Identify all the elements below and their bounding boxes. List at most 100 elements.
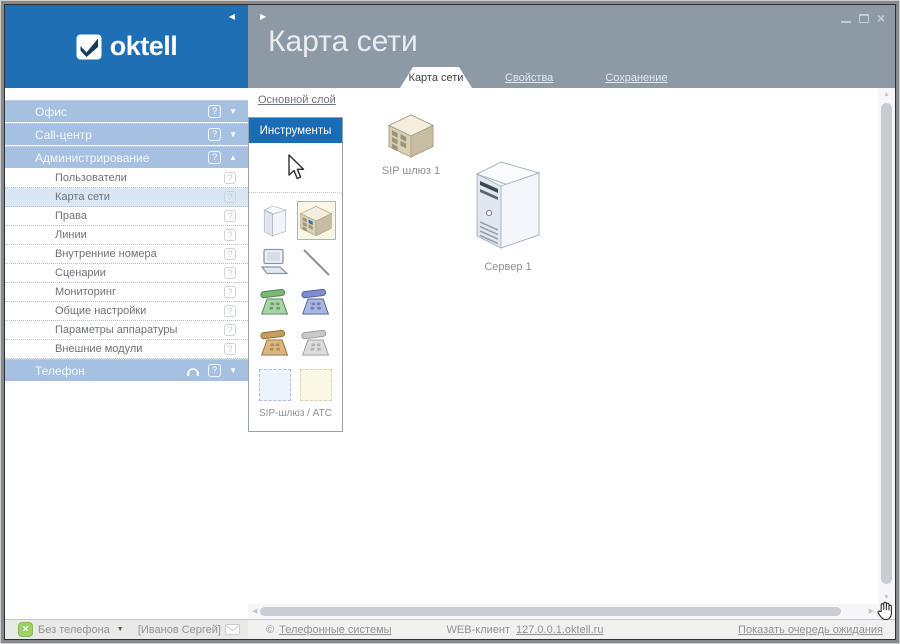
tool-phone-orange[interactable] <box>255 324 294 363</box>
minimize-button[interactable] <box>841 13 851 23</box>
help-icon[interactable]: ? <box>224 172 236 184</box>
vertical-scroll-thumb[interactable] <box>881 103 892 584</box>
sip-gateway-icon <box>300 205 332 237</box>
sidebar-item-scenarios[interactable]: Сценарии ? <box>5 264 248 283</box>
help-icon[interactable]: ? <box>224 305 236 317</box>
tab-properties[interactable]: Свойства <box>505 68 553 88</box>
tool-phone-blue[interactable] <box>297 283 336 322</box>
sidebar-item-general-settings[interactable]: Общие настройки ? <box>5 302 248 321</box>
minimize-icon <box>841 21 851 23</box>
sidebar-item-callcenter[interactable]: Call-центр ? ▼ <box>5 123 248 145</box>
selected-tool-caption: SIP-шлюз / АТС <box>249 408 342 431</box>
horizontal-scrollbar[interactable]: ◀ ▶ <box>248 604 878 619</box>
title-panel: ▶ Карта сети × Карта сети Свойства Сохра… <box>248 5 895 88</box>
tools-grid <box>249 193 342 406</box>
phone-blue-icon <box>300 288 332 317</box>
help-icon[interactable]: ? <box>208 151 221 164</box>
node-sip-gateway[interactable]: SIP шлюз 1 <box>378 114 444 177</box>
tools-palette-title: Инструменты <box>249 118 342 143</box>
maximize-button[interactable] <box>859 14 869 23</box>
phone-status-dropdown-icon[interactable]: ▼ <box>117 626 124 633</box>
chevron-down-icon[interactable]: ▼ <box>229 366 237 376</box>
sidebar-item-label: Сценарии <box>55 267 106 279</box>
sidebar-item-label: Карта сети <box>55 191 110 203</box>
company-link[interactable]: Телефонные системы <box>279 624 391 636</box>
tool-sip-gateway[interactable] <box>297 201 336 240</box>
web-client-label: WEB-клиент <box>447 624 510 636</box>
brand-panel: oktell ◀ <box>5 5 248 88</box>
tool-connection-line[interactable] <box>297 242 336 281</box>
tab-network-map[interactable]: Карта сети <box>400 67 472 88</box>
phone-status-icon[interactable]: × <box>18 622 33 637</box>
web-client-host-link[interactable]: 127.0.0.1.oktell.ru <box>516 624 603 636</box>
chevron-down-icon[interactable]: ▼ <box>229 130 237 140</box>
help-icon[interactable]: ? <box>224 343 236 355</box>
scroll-up-icon[interactable]: ▲ <box>883 91 890 99</box>
tool-phone-green[interactable] <box>255 283 294 322</box>
sidebar-item-monitoring[interactable]: Мониторинг ? <box>5 283 248 302</box>
zone-yellow-icon <box>300 369 332 401</box>
page-title: Карта сети <box>268 25 418 59</box>
help-icon[interactable]: ? <box>208 364 221 377</box>
tool-zone-blue[interactable] <box>255 365 294 404</box>
sidebar-item-label: Офис <box>35 105 67 119</box>
sidebar-item-lines[interactable]: Линии ? <box>5 226 248 245</box>
help-icon[interactable]: ? <box>224 210 236 222</box>
help-icon[interactable]: ? <box>224 248 236 260</box>
show-waiting-queue-link[interactable]: Показать очередь ожидания <box>738 624 883 636</box>
chevron-down-icon[interactable]: ▼ <box>229 107 237 117</box>
base-layer-link[interactable]: Основной слой <box>258 94 336 106</box>
tab-saving[interactable]: Сохранение <box>605 68 667 88</box>
help-icon[interactable]: ? <box>224 267 236 279</box>
vertical-scrollbar[interactable]: ▲ ▼ <box>878 88 895 604</box>
sidebar-item-office[interactable]: Офис ? ▼ <box>5 100 248 122</box>
sip-gateway-icon <box>388 114 434 158</box>
status-bar-left: × Без телефона ▼ [Иванов Сергей] <box>5 620 248 639</box>
tool-zone-yellow[interactable] <box>297 365 336 404</box>
hand-cursor <box>876 600 895 621</box>
sidebar-item-rights[interactable]: Права ? <box>5 207 248 226</box>
help-icon[interactable]: ? <box>224 286 236 298</box>
sidebar-item-label: Администрирование <box>35 151 149 165</box>
node-label: Сервер 1 <box>469 261 547 273</box>
horizontal-scroll-thumb[interactable] <box>260 607 841 616</box>
header: oktell ◀ ▶ Карта сети × Карта сети Свойс… <box>5 5 895 88</box>
workstation-icon <box>260 248 290 276</box>
help-icon[interactable]: ? <box>224 229 236 241</box>
tool-phone-gray[interactable] <box>297 324 336 363</box>
collapse-sidebar-icon[interactable]: ◀ <box>229 12 235 22</box>
tool-server[interactable] <box>255 201 294 240</box>
envelope-icon[interactable] <box>225 624 240 635</box>
sidebar-item-hardware-params[interactable]: Параметры аппаратуры ? <box>5 321 248 340</box>
scroll-right-icon[interactable]: ▶ <box>869 608 874 616</box>
tools-palette: Инструменты <box>248 117 343 432</box>
scroll-left-icon[interactable]: ◀ <box>252 608 257 616</box>
tool-selection-cursor[interactable] <box>249 143 342 193</box>
sidebar-item-external-modules[interactable]: Внешние модули ? <box>5 340 248 359</box>
help-icon[interactable]: ? <box>224 191 236 203</box>
chevron-up-icon[interactable]: ▲ <box>229 153 237 163</box>
sidebar-item-administration[interactable]: Администрирование ? ▲ <box>5 146 248 168</box>
phone-green-icon <box>259 288 291 317</box>
help-icon[interactable]: ? <box>208 128 221 141</box>
network-map-canvas[interactable]: Основной слой Инструменты <box>248 88 895 619</box>
sidebar-item-internal-numbers[interactable]: Внутренние номера ? <box>5 245 248 264</box>
node-server[interactable]: Сервер 1 <box>469 156 547 273</box>
copyright-sign: © <box>266 624 274 636</box>
sidebar-item-users[interactable]: Пользователи ? <box>5 169 248 188</box>
phone-status-label[interactable]: Без телефона <box>38 624 110 636</box>
maximize-icon <box>859 14 869 23</box>
brand-name: oktell <box>110 31 178 62</box>
sidebar-item-label: Внутренние номера <box>55 248 157 260</box>
node-label: SIP шлюз 1 <box>378 165 444 177</box>
help-icon[interactable]: ? <box>208 105 221 118</box>
help-icon[interactable]: ? <box>224 324 236 336</box>
close-button[interactable]: × <box>877 12 885 24</box>
tab-bar: Карта сети Свойства Сохранение <box>248 67 895 88</box>
sidebar-item-network-map[interactable]: Карта сети ? <box>5 188 248 207</box>
expand-panel-icon[interactable]: ▶ <box>260 12 266 22</box>
sidebar-item-telephone[interactable]: Телефон ? ▼ <box>5 359 248 381</box>
current-user: [Иванов Сергей] <box>138 624 221 636</box>
cursor-arrow-icon <box>286 154 306 181</box>
tool-workstation[interactable] <box>255 242 294 281</box>
